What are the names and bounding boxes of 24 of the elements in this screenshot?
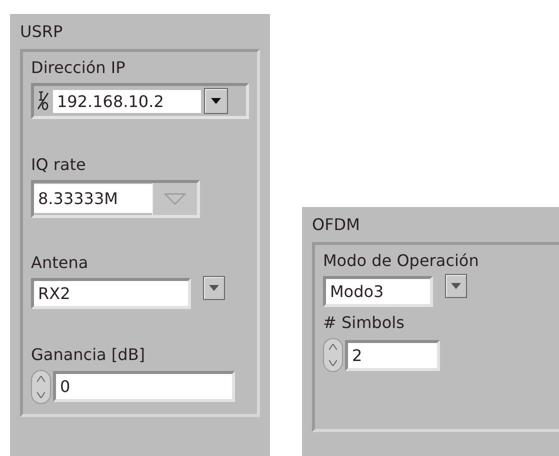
increment-decrement-arrows[interactable] [31,370,51,404]
caret-icon [451,283,461,289]
numeric-field[interactable]: 2 [345,340,440,370]
ring-control[interactable]: 8.33333M [31,180,200,218]
cluster-title: OFDM [312,215,360,234]
caret-icon [209,285,219,292]
value-field[interactable]: Modo3 [323,276,433,307]
control-label: # Simbols [323,313,404,332]
numeric-field[interactable]: 0 [53,371,235,402]
caret-icon [211,98,221,104]
dropdown-button[interactable] [204,88,228,114]
cluster-title: USRP [20,22,63,41]
caret-icon [164,192,186,205]
control-label: IQ rate [31,154,86,174]
control-label: Ganancia [dB] [31,344,146,364]
ip-address-combo[interactable]: 192.168.10.2 [31,83,249,119]
control-label: Dirección IP [31,58,126,77]
dropdown-button[interactable] [445,274,467,298]
control-label: Antena [31,253,88,272]
increment-decrement-arrows[interactable] [323,338,343,372]
value-field[interactable]: RX2 [31,278,191,310]
io-icon [36,90,50,112]
control-label: Modo de Operación [323,251,479,270]
dropdown-button[interactable] [203,276,225,300]
